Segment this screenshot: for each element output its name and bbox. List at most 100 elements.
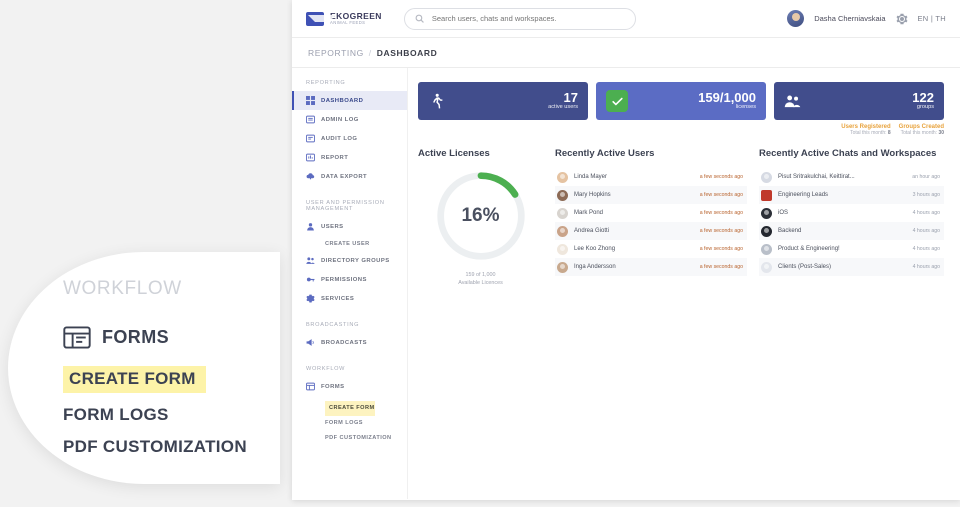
sidebar-item-directory-groups[interactable]: DIRECTORY GROUPS bbox=[292, 251, 407, 270]
megaphone-icon bbox=[306, 339, 314, 346]
sidebar-item-broadcasts[interactable]: BROADCASTS bbox=[292, 333, 407, 352]
group-icon bbox=[784, 95, 801, 107]
sidebar-item-label: SERVICES bbox=[321, 295, 355, 302]
callout-forms-label: FORMS bbox=[102, 327, 169, 347]
license-percent: 16% bbox=[461, 205, 500, 226]
list-item[interactable]: Lee Koo Zhong a few seconds ago bbox=[555, 240, 747, 258]
chat-avatar bbox=[761, 207, 772, 219]
sidebar-item-label: DIRECTORY GROUPS bbox=[321, 257, 390, 264]
timestamp: a few seconds ago bbox=[699, 210, 743, 216]
sidebar-subitem-create-user[interactable]: CREATE USER bbox=[292, 236, 407, 251]
sidebar-item-label: PERMISSIONS bbox=[321, 276, 367, 283]
timestamp: a few seconds ago bbox=[699, 174, 743, 180]
sidebar-subitem-form-logs[interactable]: FORM LOGS bbox=[292, 416, 407, 431]
stat-card-licenses[interactable]: 159/1,000 licenses bbox=[596, 82, 766, 120]
timestamp: a few seconds ago bbox=[699, 264, 743, 270]
user-name: Inga Andersson bbox=[574, 264, 616, 270]
sidebar-item-audit-log[interactable]: AUDIT LOG bbox=[292, 129, 407, 148]
users-icon bbox=[306, 257, 315, 264]
avatar bbox=[557, 171, 568, 183]
sidebar-section-user-permission: USER AND PERMISSION MANAGEMENT bbox=[306, 200, 385, 212]
avatar bbox=[557, 225, 568, 237]
note-sub-label: Total this month: bbox=[900, 130, 938, 136]
stat-notes: Users Registered Total this month: 8 Gro… bbox=[418, 124, 944, 136]
sidebar-subitem-pdf-customization[interactable]: PDF CUSTOMIZATION bbox=[292, 431, 407, 446]
user-name[interactable]: Dasha Cherniavskaia bbox=[814, 14, 885, 23]
sidebar-item-dashboard[interactable]: DASHBOARD bbox=[292, 91, 407, 110]
sidebar-item-label: DATA EXPORT bbox=[321, 173, 368, 180]
sidebar-subitem-create-form[interactable]: CREATE FORM bbox=[325, 400, 375, 416]
list-item[interactable]: Linda Mayer a few seconds ago bbox=[555, 168, 747, 186]
avatar[interactable] bbox=[787, 10, 805, 27]
chat-avatar bbox=[761, 243, 772, 255]
callout-pdf-customization[interactable]: PDF CUSTOMIZATION bbox=[63, 437, 293, 457]
user-icon bbox=[307, 223, 314, 231]
stat-value: 159/1,000 bbox=[698, 90, 756, 106]
list-item[interactable]: Pisut Sritrakulchai, Keittirat... an hou… bbox=[759, 168, 944, 186]
list-item[interactable]: Clients (Post-Sales) 4 hours ago bbox=[759, 258, 944, 276]
sidebar-item-services[interactable]: SERVICES bbox=[292, 289, 407, 308]
brand-logo[interactable]: EKOGREEN ANIMAL FEEDS bbox=[306, 11, 382, 26]
sidebar-item-users[interactable]: USERS bbox=[292, 217, 407, 236]
license-available-label: Available Licences bbox=[458, 280, 503, 287]
stats-row: 17 active users 159/1,000 licenses 122 g… bbox=[418, 82, 944, 120]
user-name: Mark Pond bbox=[574, 210, 604, 216]
note-sub: Total this month: 30 bbox=[899, 130, 944, 136]
stat-label: active users bbox=[548, 103, 578, 110]
cloud-upload-icon bbox=[306, 173, 315, 180]
stat-value: 122 bbox=[912, 90, 934, 106]
language-switcher[interactable]: EN | TH bbox=[918, 14, 947, 23]
sidebar-item-admin-log[interactable]: ADMIN LOG bbox=[292, 110, 407, 129]
list-item[interactable]: Inga Andersson a few seconds ago bbox=[555, 258, 747, 276]
list-item[interactable]: iOS 4 hours ago bbox=[759, 204, 944, 222]
callout-forms-row[interactable]: FORMS bbox=[63, 326, 293, 349]
list-item[interactable]: Engineering Leads 3 hours ago bbox=[759, 186, 944, 204]
panel-recent-chats: Recently Active Chats and Workspaces Pis… bbox=[759, 148, 944, 287]
panel-title: Recently Active Users bbox=[555, 148, 655, 159]
workflow-callout: WORKFLOW FORMS CREATE FORM FORM LOGS PDF… bbox=[8, 252, 280, 484]
brand-subtitle: ANIMAL FEEDS bbox=[330, 20, 366, 26]
list-item[interactable]: Mark Pond a few seconds ago bbox=[555, 204, 747, 222]
chat-name: Backend bbox=[778, 228, 802, 234]
avatar bbox=[557, 189, 568, 201]
callout-form-logs[interactable]: FORM LOGS bbox=[63, 405, 293, 425]
panel-active-licenses: Active Licenses 16% 159 of 1,000 Availab… bbox=[418, 148, 543, 287]
timestamp: a few seconds ago bbox=[699, 228, 743, 234]
stat-card-groups[interactable]: 122 groups bbox=[774, 82, 944, 120]
list-item[interactable]: Backend 4 hours ago bbox=[759, 222, 944, 240]
callout-title: WORKFLOW bbox=[63, 278, 182, 299]
breadcrumb-parent[interactable]: REPORTING bbox=[308, 48, 364, 58]
timestamp: an hour ago bbox=[912, 174, 940, 180]
sidebar-item-permissions[interactable]: PERMISSIONS bbox=[292, 270, 407, 289]
search-input[interactable] bbox=[429, 13, 625, 24]
timestamp: 3 hours ago bbox=[912, 192, 940, 198]
search-box[interactable] bbox=[403, 7, 636, 30]
stat-card-active-users[interactable]: 17 active users bbox=[418, 82, 588, 120]
sidebar: REPORTING DASHBOARD ADMIN LOG AUDIT LOG … bbox=[292, 68, 408, 499]
list-item[interactable]: Product & Engineering! 4 hours ago bbox=[759, 240, 944, 258]
sidebar-item-report[interactable]: REPORT bbox=[292, 148, 407, 167]
panel-title: Active Licenses bbox=[418, 148, 490, 159]
panel-title: Recently Active Chats and Workspaces bbox=[759, 148, 937, 159]
callout-create-form[interactable]: CREATE FORM bbox=[63, 366, 206, 393]
chat-avatar bbox=[761, 225, 772, 237]
recent-chats-list: Pisut Sritrakulchai, Keittirat... an hou… bbox=[759, 168, 944, 276]
timestamp: 4 hours ago bbox=[912, 228, 940, 234]
sidebar-item-data-export[interactable]: DATA EXPORT bbox=[292, 167, 407, 186]
timestamp: 4 hours ago bbox=[912, 264, 940, 270]
chat-avatar bbox=[761, 189, 772, 201]
grid-icon bbox=[306, 96, 315, 105]
breadcrumb: REPORTING / DASHBOARD bbox=[292, 38, 960, 68]
search-icon bbox=[415, 14, 424, 23]
gear-icon[interactable] bbox=[896, 13, 908, 25]
sidebar-item-forms[interactable]: FORMS bbox=[292, 377, 407, 396]
main-content: 17 active users 159/1,000 licenses 122 g… bbox=[408, 68, 960, 499]
timestamp: a few seconds ago bbox=[699, 192, 743, 198]
list-item[interactable]: Andrea Giotti a few seconds ago bbox=[555, 222, 747, 240]
license-subtext: 159 of 1,000 Available Licences bbox=[458, 271, 503, 287]
sidebar-item-label: DASHBOARD bbox=[321, 97, 364, 104]
list-item[interactable]: Mary Hopkins a few seconds ago bbox=[555, 186, 747, 204]
stat-label: licenses bbox=[735, 103, 756, 110]
sidebar-item-label: FORMS bbox=[321, 383, 345, 390]
sidebar-item-label: BROADCASTS bbox=[321, 339, 368, 346]
